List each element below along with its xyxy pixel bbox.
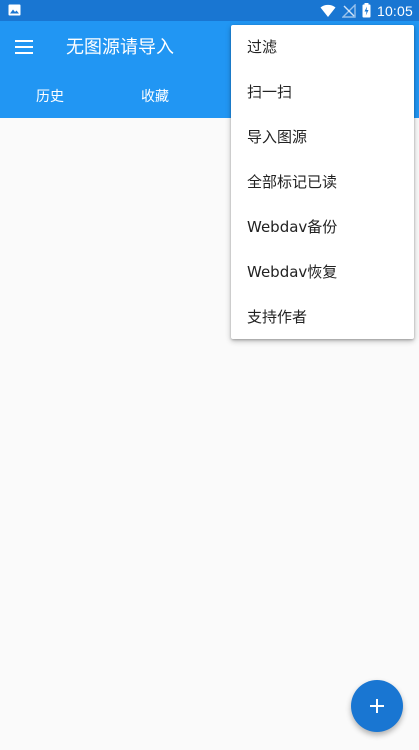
page-title: 无图源请导入 [66,37,174,58]
navigation-menu-button[interactable] [13,36,35,58]
wifi-icon [320,4,336,17]
add-fab-button[interactable] [351,680,403,732]
overflow-menu: 过滤 扫一扫 导入图源 全部标记已读 Webdav备份 Webdav恢复 支持作… [231,25,414,339]
app-screen: 10:05 无图源请导入 历史 收藏 过滤 扫一扫 导入图源 全部标记已读 We… [0,0,419,750]
image-notification-icon [8,4,21,16]
menu-item-support-author[interactable]: 支持作者 [231,295,414,340]
plus-icon [370,699,384,713]
menu-item-webdav-backup[interactable]: Webdav备份 [231,205,414,250]
tab-favorites[interactable]: 收藏 [115,79,195,115]
hamburger-menu-icon [15,40,33,54]
menu-item-mark-all-read[interactable]: 全部标记已读 [231,160,414,205]
menu-item-import-source[interactable]: 导入图源 [231,115,414,160]
menu-item-scan[interactable]: 扫一扫 [231,70,414,115]
menu-item-webdav-restore[interactable]: Webdav恢复 [231,250,414,295]
battery-charging-icon [362,3,371,18]
no-signal-icon [341,3,356,18]
status-bar: 10:05 [0,0,419,21]
menu-item-filter[interactable]: 过滤 [231,25,414,70]
status-time: 10:05 [376,2,413,19]
status-icons: 10:05 [320,0,413,21]
tab-history[interactable]: 历史 [10,79,90,115]
